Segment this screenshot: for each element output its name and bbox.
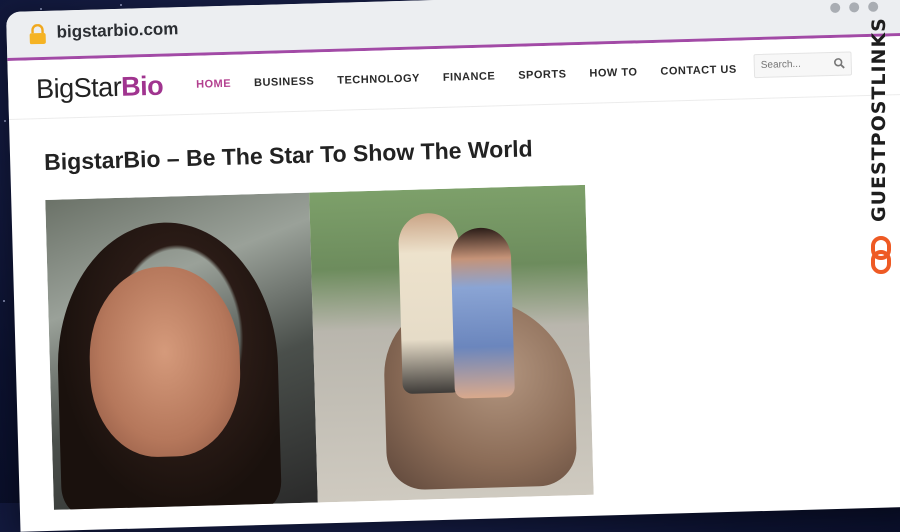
window-dot[interactable] [830,2,841,13]
featured-image-scooter-scene [309,184,594,503]
browser-window: bigstarbio.com BigStarBio HOME BUSINESS … [6,0,900,532]
nav-item-home[interactable]: HOME [196,78,231,91]
watermark-text: GUESTPOSTLINKS [868,17,890,222]
guestpostlinks-watermark: GUESTPOSTLINKS [868,17,894,274]
page-title: BigstarBio – Be The Star To Show The Wor… [43,135,533,175]
nav-item-contact-us[interactable]: CONTACT US [660,64,737,78]
featured-image[interactable] [45,184,594,510]
nav-item-technology[interactable]: TECHNOLOGY [337,72,420,86]
search-input[interactable] [754,53,832,76]
search-icon[interactable] [834,58,845,69]
nav-item-business[interactable]: BUSINESS [254,75,315,89]
main-nav: HOME BUSINESS TECHNOLOGY FINANCE SPORTS … [196,64,737,91]
main-content: BigstarBio – Be The Star To Show The Wor… [9,95,900,511]
girl-figure [450,227,515,399]
lock-icon [29,23,46,45]
featured-image-portrait [45,192,318,510]
nav-item-how-to[interactable]: HOW TO [589,66,637,79]
link-icon [871,236,891,274]
site-logo[interactable]: BigStarBio [36,71,164,106]
window-dot[interactable] [849,2,860,13]
logo-text-accent: Bio [120,70,164,102]
nav-item-sports[interactable]: SPORTS [518,68,567,81]
window-dot[interactable] [868,1,879,12]
window-dots-icon [830,1,879,13]
search-box [753,51,853,79]
nav-item-finance[interactable]: FINANCE [443,70,496,83]
url-text[interactable]: bigstarbio.com [56,19,178,42]
logo-text-primary: BigStar [35,71,122,105]
